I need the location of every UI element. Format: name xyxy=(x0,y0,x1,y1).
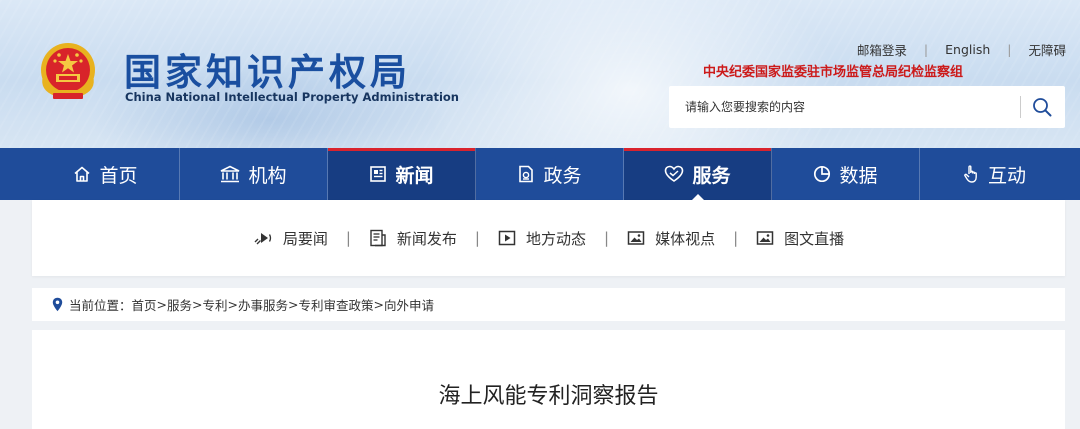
broadcast-icon xyxy=(254,233,271,245)
subnav-label: 局要闻 xyxy=(282,229,328,248)
hand-pointer-icon xyxy=(964,165,977,183)
article-title: 海上风能专利洞察报告 xyxy=(438,384,659,409)
breadcrumb-office-service[interactable]: 办事服务 xyxy=(238,295,288,314)
nav-item-institution[interactable]: 机构 xyxy=(180,148,328,200)
subnav-separator: | xyxy=(733,229,739,247)
image-icon xyxy=(627,231,645,245)
nav-item-data[interactable]: 数据 xyxy=(772,148,920,200)
breadcrumb-examination-policy[interactable]: 专利审查政策 xyxy=(299,295,374,314)
breadcrumb-separator: > xyxy=(288,297,299,312)
breadcrumb-separator: > xyxy=(227,297,239,312)
subnav-label: 地方动态 xyxy=(525,229,586,248)
breadcrumb-home[interactable]: 首页 xyxy=(132,295,157,314)
discipline-inspection-notice[interactable]: 中央纪委国家监委驻市场监管总局纪检监察组 xyxy=(703,61,963,80)
search-box xyxy=(669,86,1065,128)
home-icon xyxy=(74,166,91,182)
nav-label: 首页 xyxy=(99,164,138,187)
search-button[interactable] xyxy=(1027,92,1057,122)
breadcrumb-patent[interactable]: 专利 xyxy=(203,295,228,314)
site-header: 国家知识产权局 China National Intellectual Prop… xyxy=(0,0,1080,148)
search-icon xyxy=(1033,98,1052,117)
pie-chart-icon xyxy=(814,165,831,183)
breadcrumb: 当前位置： 首页 > 服务 > 专利 > 办事服务 > 专利审查政策 > 向外申… xyxy=(32,288,1065,321)
breadcrumb-separator: > xyxy=(156,297,168,312)
breadcrumb-service[interactable]: 服务 xyxy=(167,295,192,314)
nav-label: 互动 xyxy=(987,164,1026,187)
subnav-separator: | xyxy=(604,229,610,247)
nav-label: 数据 xyxy=(839,164,878,187)
accessibility-link[interactable]: 无障碍 xyxy=(1028,40,1066,59)
search-input[interactable] xyxy=(669,86,1019,128)
nav-item-news[interactable]: 新闻 xyxy=(328,148,476,200)
government-affairs-icon xyxy=(519,165,534,183)
subnav-item-local-news[interactable]: 地方动态 xyxy=(498,228,586,249)
main-nav: 首页 机构 新闻 政务 服务 数据 互动 xyxy=(0,148,1080,201)
nav-label: 机构 xyxy=(248,164,287,187)
subnav-label: 新闻发布 xyxy=(396,229,457,248)
location-pin-icon xyxy=(52,297,63,312)
subnav-item-media-view[interactable]: 媒体视点 xyxy=(627,228,715,249)
breadcrumb-foreign-filing[interactable]: 向外申请 xyxy=(384,295,434,314)
subnav-item-press-release[interactable]: 新闻发布 xyxy=(369,228,457,249)
nav-label: 新闻 xyxy=(395,164,434,187)
nav-item-government-affairs[interactable]: 政务 xyxy=(476,148,624,200)
nav-label: 服务 xyxy=(692,164,731,187)
image-icon xyxy=(756,231,774,245)
subnav-label: 图文直播 xyxy=(784,229,845,248)
subnav-item-bureau-news[interactable]: 局要闻 xyxy=(253,228,328,249)
nav-label: 政务 xyxy=(543,164,582,187)
search-divider xyxy=(1020,96,1021,118)
sub-nav: 局要闻 | 新闻发布 | 地方动态 | 媒体视点 | 图文直播 xyxy=(32,200,1065,276)
play-icon xyxy=(498,230,516,246)
nav-item-interaction[interactable]: 互动 xyxy=(920,148,1068,200)
subnav-separator: | xyxy=(345,229,351,247)
nav-item-home[interactable]: 首页 xyxy=(32,148,180,200)
service-heart-icon xyxy=(665,165,684,182)
national-emblem-icon[interactable] xyxy=(35,40,101,106)
nav-item-service[interactable]: 服务 xyxy=(624,148,772,201)
article-container: 海上风能专利洞察报告 xyxy=(32,330,1065,429)
document-icon xyxy=(370,229,386,247)
breadcrumb-separator: > xyxy=(192,297,203,312)
link-separator: | xyxy=(1007,42,1012,57)
subnav-item-photo-live[interactable]: 图文直播 xyxy=(756,228,844,249)
breadcrumb-separator: > xyxy=(373,297,385,312)
institution-icon xyxy=(221,165,240,183)
news-icon xyxy=(370,166,387,182)
breadcrumb-prefix: 当前位置： xyxy=(69,298,132,313)
site-logo-subtitle: China National Intellectual Property Adm… xyxy=(125,90,459,104)
top-utility-links: 邮箱登录 | English | 无障碍 xyxy=(857,40,1066,59)
email-login-link[interactable]: 邮箱登录 xyxy=(857,40,907,59)
subnav-separator: | xyxy=(474,229,480,247)
english-link[interactable]: English xyxy=(945,42,990,57)
subnav-label: 媒体视点 xyxy=(655,229,716,248)
link-separator: | xyxy=(923,42,929,57)
site-logo-title[interactable]: 国家知识产权局 xyxy=(124,42,411,96)
